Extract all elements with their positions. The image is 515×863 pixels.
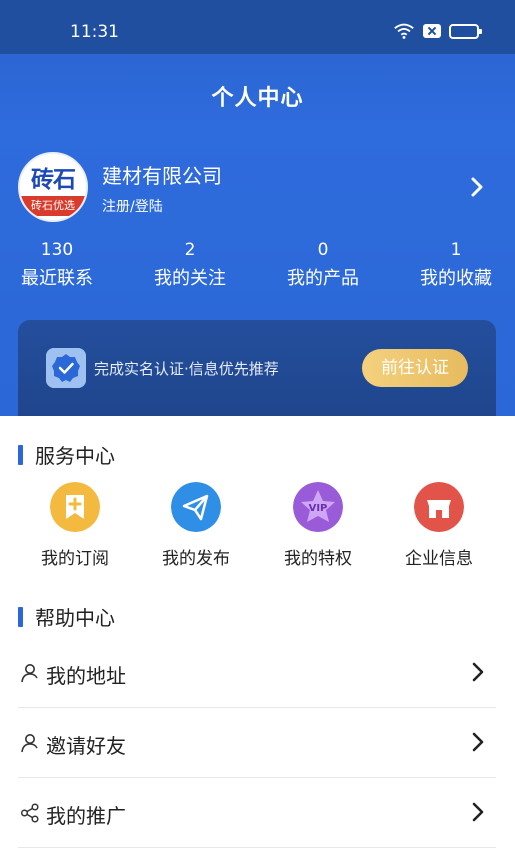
- service-label: 我的发布: [162, 549, 230, 569]
- avatar-logo-text: 砖石: [31, 167, 76, 193]
- stats-row: 130 最近联系 2 我的关注 0 我的产品 1 我的收藏: [0, 240, 515, 300]
- help-center-heading: 帮助中心: [18, 602, 115, 631]
- stat-label: 我的关注: [154, 268, 226, 289]
- stat-value: 0: [317, 240, 329, 260]
- help-item-invite-friends[interactable]: 邀请好友: [18, 708, 496, 778]
- chevron-right-icon: [472, 662, 484, 682]
- service-my-subscription[interactable]: 我的订阅: [15, 482, 135, 569]
- user-icon: [21, 664, 38, 683]
- help-item-my-address[interactable]: 我的地址: [18, 638, 496, 708]
- vip-star-icon: VIP: [293, 482, 343, 532]
- avatar-band-text: 砖石优选: [20, 196, 86, 216]
- help-item-my-promotion[interactable]: 我的推广: [18, 778, 496, 848]
- verification-card: 完成实名认证·信息优先推荐 前往认证: [18, 320, 496, 420]
- user-icon: [21, 734, 38, 753]
- help-item-label: 邀请好友: [46, 734, 126, 758]
- header-panel: 11:31 个人中心 砖石 砖石优选 建材有限公司 注册/登陆 130 最近联系…: [0, 0, 515, 420]
- service-label: 我的特权: [284, 549, 352, 569]
- service-grid: 我的订阅 我的发布 VIP 我的特权 企业信息: [0, 482, 515, 572]
- service-label: 我的订阅: [41, 549, 109, 569]
- subscription-icon: [50, 482, 100, 532]
- stat-recent-contacts[interactable]: 130 最近联系: [2, 240, 112, 290]
- verified-badge-icon: [46, 348, 86, 388]
- stat-my-follows[interactable]: 2 我的关注: [135, 240, 245, 290]
- status-bar: 11:31: [0, 0, 515, 54]
- verification-prompt: 完成实名认证·信息优先推荐: [94, 360, 279, 378]
- status-time: 11:31: [70, 22, 119, 42]
- stat-value: 1: [450, 240, 462, 260]
- service-my-privileges[interactable]: VIP 我的特权: [258, 482, 378, 569]
- stat-my-favorites[interactable]: 1 我的收藏: [401, 240, 511, 290]
- section-title-text: 服务中心: [35, 444, 115, 468]
- no-sim-icon: [423, 24, 441, 38]
- stat-value: 130: [40, 240, 74, 260]
- help-item-label: 我的地址: [46, 664, 126, 688]
- section-accent-bar: [18, 444, 23, 465]
- company-name[interactable]: 建材有限公司: [102, 160, 222, 189]
- status-icons: [393, 22, 482, 40]
- storefront-icon: [414, 482, 464, 532]
- battery-icon: [449, 23, 482, 39]
- go-verify-button[interactable]: 前往认证: [362, 349, 468, 387]
- service-label: 企业信息: [405, 549, 473, 569]
- section-accent-bar: [18, 606, 23, 627]
- help-item-label: 我的推广: [46, 804, 126, 828]
- stat-label: 我的收藏: [420, 268, 492, 289]
- content-panel: 服务中心 我的订阅 我的发布 VIP 我的特权 企业信息 帮助中心 我的地址 邀…: [0, 416, 515, 863]
- avatar[interactable]: 砖石 砖石优选: [18, 152, 88, 222]
- service-center-heading: 服务中心: [18, 440, 115, 469]
- svg-text:VIP: VIP: [309, 503, 328, 514]
- stat-my-products[interactable]: 0 我的产品: [268, 240, 378, 290]
- chevron-right-icon: [472, 732, 484, 752]
- share-icon: [20, 803, 39, 823]
- stat-value: 2: [184, 240, 196, 260]
- chevron-right-icon: [472, 802, 484, 822]
- wifi-icon: [394, 23, 414, 39]
- paper-plane-icon: [171, 482, 221, 532]
- register-login-link[interactable]: 注册/登陆: [102, 196, 163, 216]
- section-title-text: 帮助中心: [35, 606, 115, 630]
- stat-label: 最近联系: [21, 268, 93, 289]
- page-title: 个人中心: [211, 86, 304, 111]
- stat-label: 我的产品: [287, 268, 359, 289]
- chevron-right-icon[interactable]: [469, 176, 485, 198]
- service-my-posts[interactable]: 我的发布: [136, 482, 256, 569]
- service-company-info[interactable]: 企业信息: [379, 482, 499, 569]
